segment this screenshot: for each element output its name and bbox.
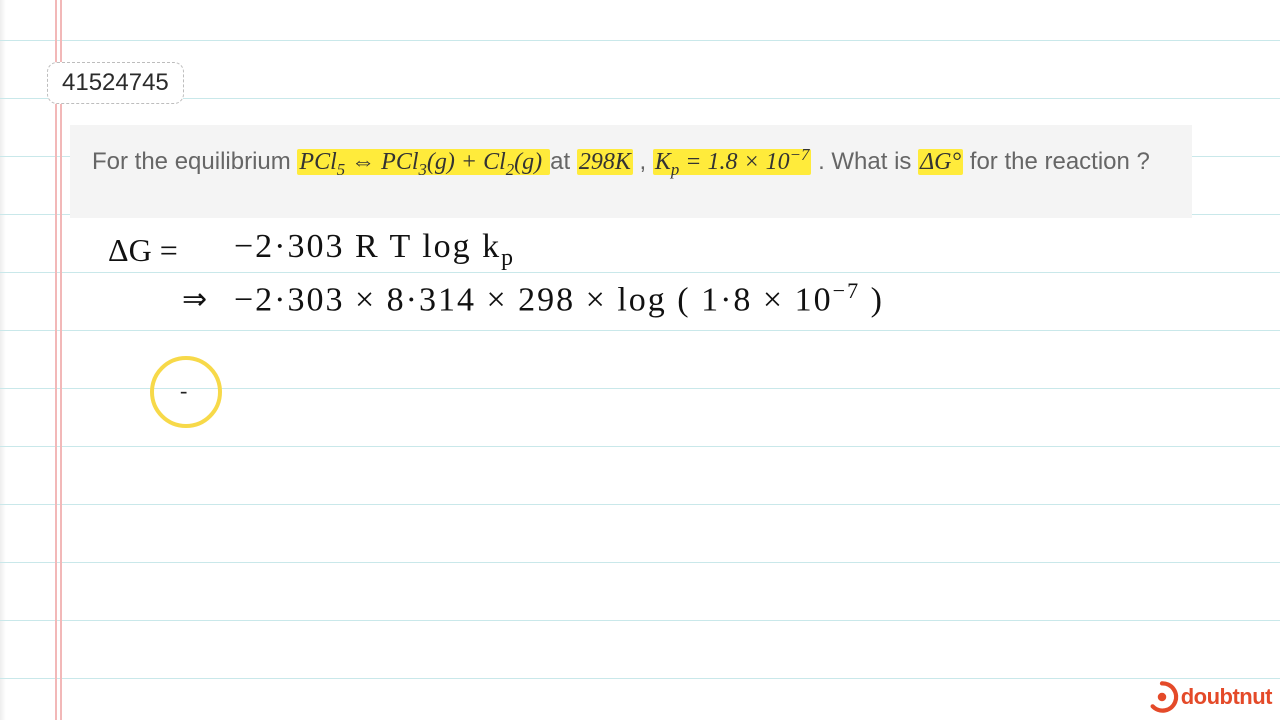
left-edge-shadow (0, 0, 6, 720)
q-reaction: PCl5 ⇔ PCl3(g) + Cl2(g) (297, 149, 550, 175)
question-block: For the equilibrium PCl5 ⇔ PCl3(g) + Cl2… (70, 125, 1192, 218)
ruled-line (0, 98, 1280, 99)
work-line2-exp: −7 (833, 278, 861, 303)
q-kp: Kp = 1.8 × 10−7 (653, 149, 812, 175)
notebook-paper: 41524745 For the equilibrium PCl5 ⇔ PCl3… (0, 0, 1280, 720)
ruled-line (0, 330, 1280, 331)
ruled-line (0, 562, 1280, 563)
work-line1-sub: p (501, 245, 515, 271)
ruled-line (0, 678, 1280, 679)
q-dg: ΔG° (918, 149, 963, 175)
margin-line (60, 0, 62, 720)
q-temp: 298K (577, 149, 633, 175)
q-comma: , (640, 148, 653, 175)
margin-line (55, 0, 57, 720)
work-line2-arrow: ⇒ (182, 282, 207, 317)
question-id-box: 41524745 (47, 62, 184, 104)
work-line2-body: −2·303 × 8·314 × 298 × log ( 1·8 × 10−7 … (234, 278, 884, 319)
work-line2-close: ) (860, 281, 884, 318)
q-at: at (550, 148, 577, 175)
ruled-line (0, 446, 1280, 447)
question-id: 41524745 (62, 69, 169, 96)
work-line2-text: −2·303 × 8·314 × 298 × log ( 1·8 × 10 (234, 281, 833, 318)
ruled-line (0, 504, 1280, 505)
brand-swirl-icon (1145, 680, 1179, 714)
brand-logo: doubtnut (1145, 680, 1272, 714)
q-kp-exp: −7 (790, 145, 810, 164)
q-rest: for the reaction ? (970, 148, 1150, 175)
brand-name: doubtnut (1181, 684, 1272, 710)
ruled-line (0, 620, 1280, 621)
circle-dash: - (180, 378, 187, 404)
ruled-line (0, 272, 1280, 273)
work-line1-lhs: ΔG = (108, 232, 178, 269)
work-line1-rhs: −2·303 R T log kp (234, 228, 515, 272)
q-prefix: For the equilibrium (92, 148, 297, 175)
work-line1-rhs-text: −2·303 R T log k (234, 228, 501, 265)
q-period: . What is (818, 148, 918, 175)
ruled-line (0, 40, 1280, 41)
